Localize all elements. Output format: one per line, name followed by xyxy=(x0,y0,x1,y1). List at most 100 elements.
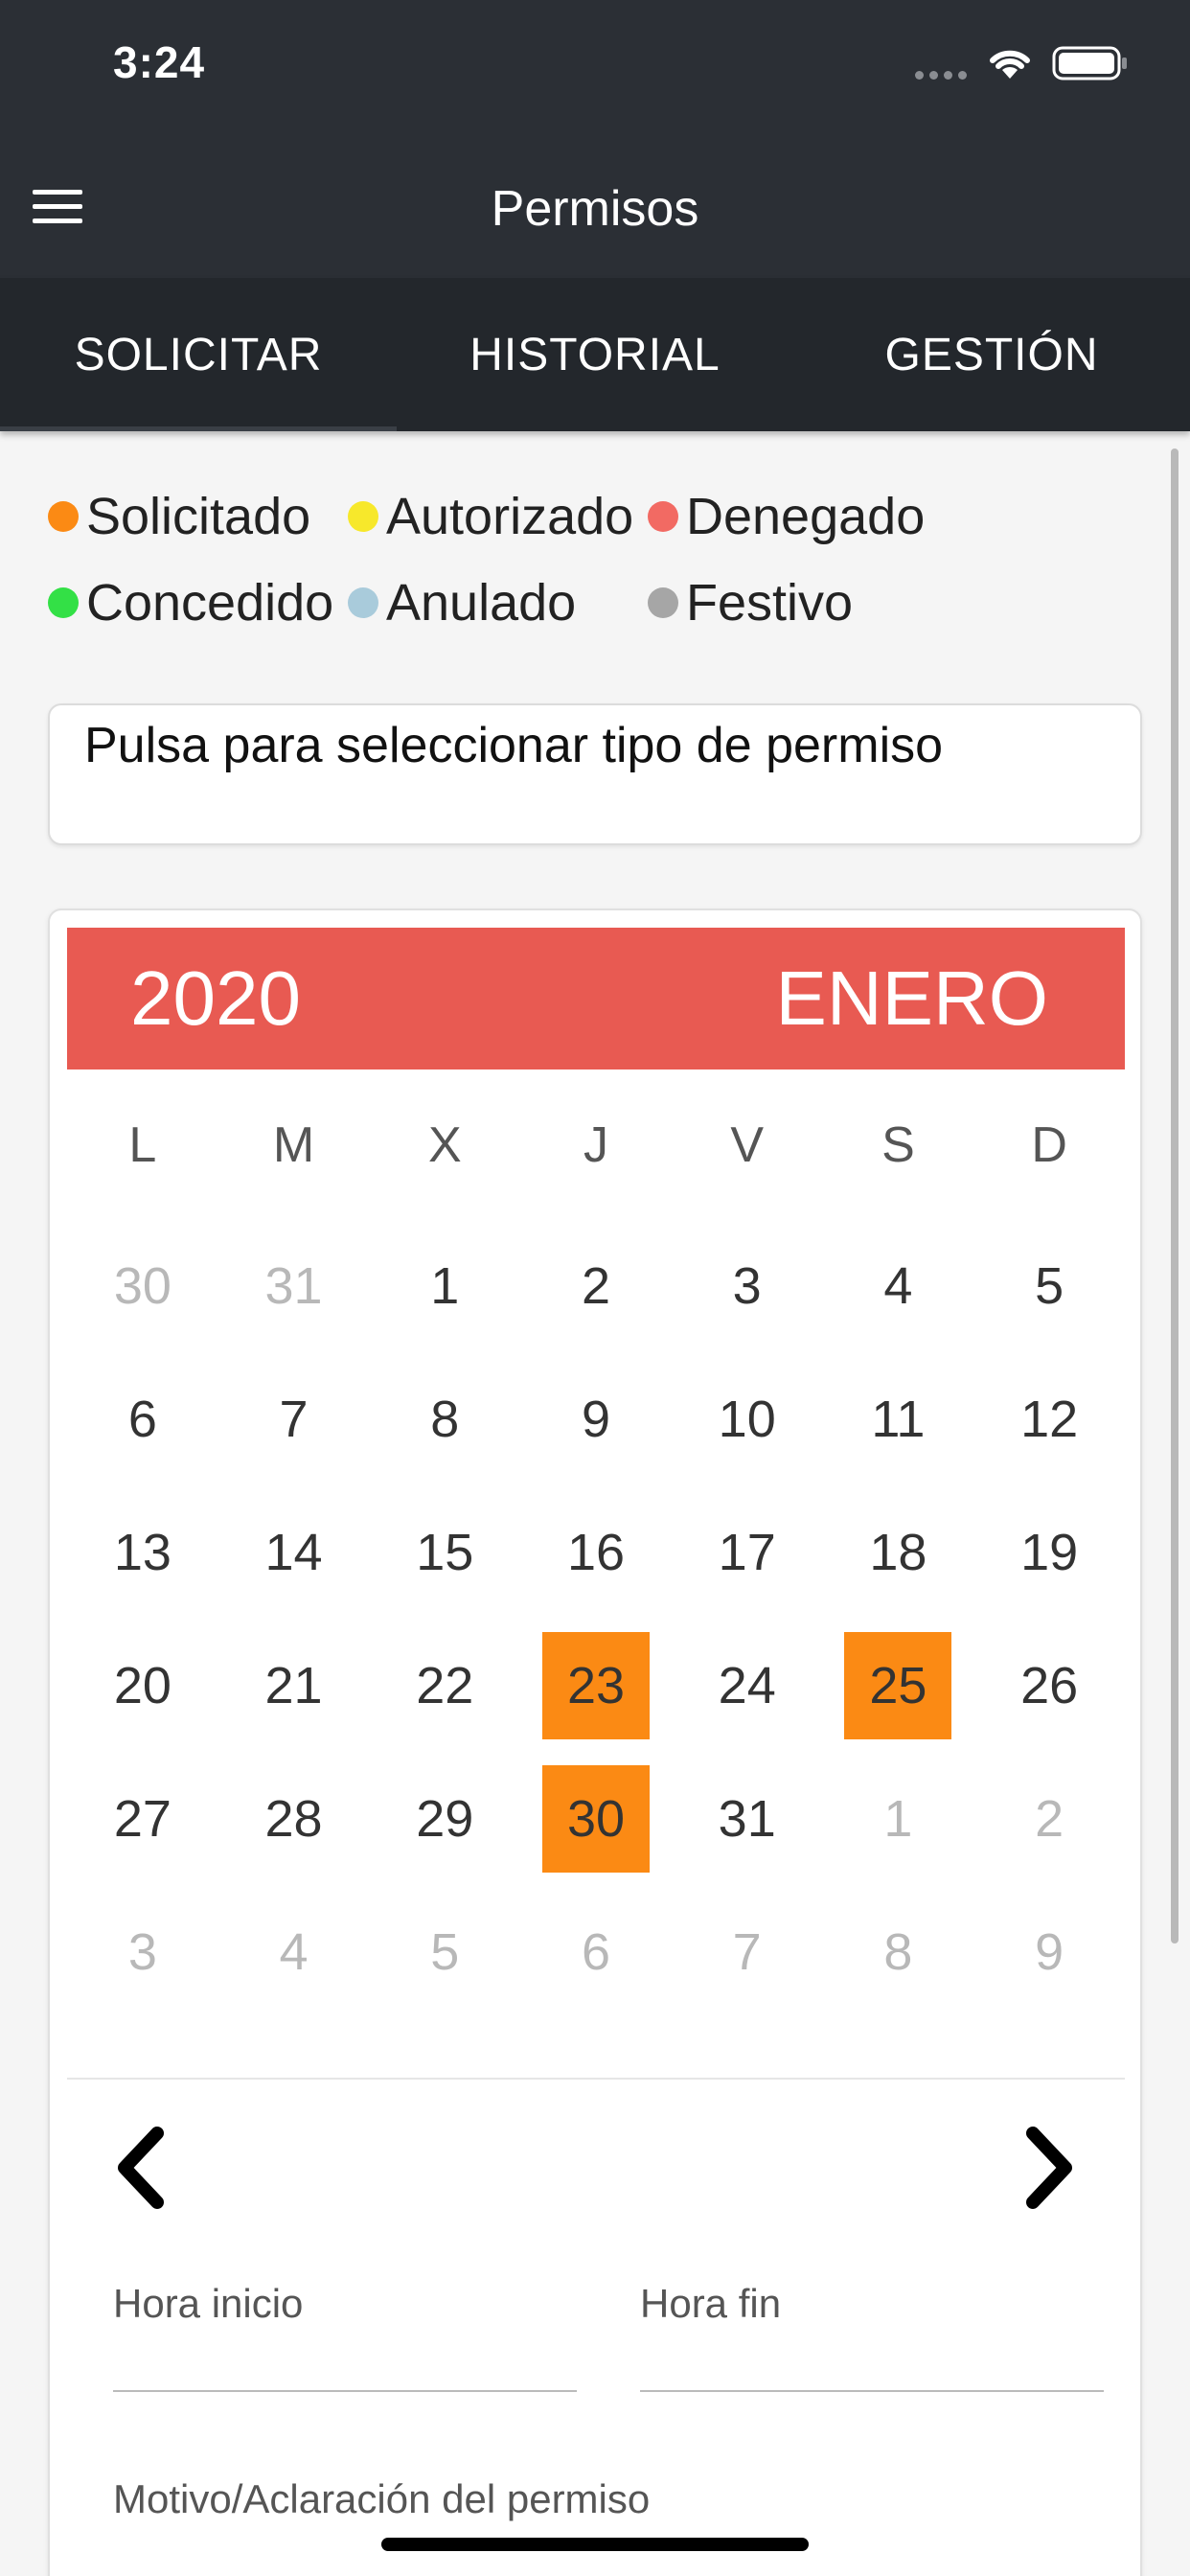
calendar-day[interactable]: 31 xyxy=(672,1752,823,1885)
calendar-header: 2020 ENERO xyxy=(67,928,1125,1070)
chevron-right-icon[interactable] xyxy=(1016,2120,1083,2216)
tab-solicitar[interactable]: SOLICITAR xyxy=(0,278,397,431)
scrollbar[interactable] xyxy=(1171,448,1179,1944)
start-time-input[interactable] xyxy=(113,2319,577,2386)
day-number: 3 xyxy=(732,1256,762,1315)
day-number: 17 xyxy=(718,1523,776,1581)
calendar-days-grid: 30 31 1 2 3 4 5 6 7 8 9 10 11 12 13 14 15 16 17 18 19 20 21 22 2… xyxy=(67,1219,1125,2018)
solicitado-dot-icon xyxy=(48,501,79,532)
calendar-day-adjacent-month[interactable]: 8 xyxy=(823,1885,974,2018)
calendar-card: 2020 ENERO LMXJVSD 30 31 1 2 3 4 5 6 7 8 9 10 11 12 13… xyxy=(48,908,1142,2576)
legend-item-autorizado: Autorizado xyxy=(348,487,648,546)
day-number: 1 xyxy=(883,1789,913,1848)
calendar-day-adjacent-month[interactable]: 31 xyxy=(218,1219,370,1352)
legend-item-solicitado: Solicitado xyxy=(48,487,348,546)
day-number: 25 xyxy=(869,1656,927,1714)
day-number: 13 xyxy=(113,1523,172,1581)
calendar-day[interactable]: 14 xyxy=(218,1485,370,1619)
day-number: 3 xyxy=(127,1922,157,1981)
calendar-day-adjacent-month[interactable]: 9 xyxy=(973,1885,1125,2018)
reason-label[interactable]: Motivo/Aclaración del permiso xyxy=(113,2476,650,2522)
calendar-day-adjacent-month[interactable]: 5 xyxy=(369,1885,520,2018)
end-time-underline xyxy=(640,2390,1104,2392)
calendar-day[interactable]: 7 xyxy=(218,1352,370,1485)
day-number: 19 xyxy=(1020,1523,1079,1581)
page-title: Permisos xyxy=(491,181,699,237)
calendar-day[interactable]: 11 xyxy=(823,1352,974,1485)
calendar-day[interactable]: 12 xyxy=(973,1352,1125,1485)
day-number: 6 xyxy=(127,1390,157,1448)
legend-item-anulado: Anulado xyxy=(348,573,648,632)
calendar-day[interactable]: 29 xyxy=(369,1752,520,1885)
day-number: 4 xyxy=(883,1256,913,1315)
calendar-day-adjacent-month[interactable]: 7 xyxy=(672,1885,823,2018)
tab-gestion[interactable]: GESTIÓN xyxy=(793,278,1190,431)
calendar-day[interactable]: 27 xyxy=(67,1752,218,1885)
legend-row: Solicitado Autorizado Denegado xyxy=(48,473,1150,560)
end-time-input[interactable] xyxy=(640,2319,1104,2386)
home-indicator xyxy=(381,2538,809,2551)
legend-label: Concedido xyxy=(86,574,334,632)
legend-label: Autorizado xyxy=(386,488,634,545)
tab-bar: SOLICITAR HISTORIAL GESTIÓN xyxy=(0,278,1190,431)
day-number: 2 xyxy=(581,1256,611,1315)
calendar-day[interactable]: 5 xyxy=(973,1219,1125,1352)
calendar-month: ENERO xyxy=(775,955,1049,1041)
tab-historial[interactable]: HISTORIAL xyxy=(397,278,793,431)
calendar-day[interactable]: 4 xyxy=(823,1219,974,1352)
day-number: 23 xyxy=(566,1656,626,1714)
calendar-day-adjacent-month[interactable]: 30 xyxy=(67,1219,218,1352)
denegado-dot-icon xyxy=(648,501,678,532)
calendar-day[interactable]: 3 xyxy=(672,1219,823,1352)
day-number: 30 xyxy=(566,1789,626,1848)
calendar-day[interactable]: 19 xyxy=(973,1485,1125,1619)
calendar-day-adjacent-month[interactable]: 6 xyxy=(520,1885,672,2018)
day-number: 9 xyxy=(581,1390,611,1448)
day-number: 22 xyxy=(416,1656,474,1714)
day-number: 24 xyxy=(718,1656,776,1714)
calendar-day[interactable]: 24 xyxy=(672,1619,823,1752)
battery-icon xyxy=(1052,46,1127,80)
weekday-label: X xyxy=(427,1117,462,1173)
day-number: 20 xyxy=(113,1656,172,1714)
calendar-day[interactable]: 8 xyxy=(369,1352,520,1485)
calendar-day[interactable]: 13 xyxy=(67,1485,218,1619)
calendar-day[interactable]: 16 xyxy=(520,1485,672,1619)
calendar-day[interactable]: 22 xyxy=(369,1619,520,1752)
calendar-day[interactable]: 28 xyxy=(218,1752,370,1885)
calendar-day[interactable]: 6 xyxy=(67,1352,218,1485)
calendar-day-adjacent-month[interactable]: 3 xyxy=(67,1885,218,2018)
day-number: 15 xyxy=(416,1523,474,1581)
calendar-day[interactable]: 26 xyxy=(973,1619,1125,1752)
day-number: 28 xyxy=(264,1789,323,1848)
calendar-day[interactable]: 9 xyxy=(520,1352,672,1485)
calendar-day[interactable]: 18 xyxy=(823,1485,974,1619)
festivo-dot-icon xyxy=(648,587,678,618)
calendar-day-adjacent-month[interactable]: 1 xyxy=(823,1752,974,1885)
calendar-day-adjacent-month[interactable]: 4 xyxy=(218,1885,370,2018)
calendar-day[interactable]: 15 xyxy=(369,1485,520,1619)
wifi-icon xyxy=(990,50,1030,79)
calendar-day[interactable]: 10 xyxy=(672,1352,823,1485)
day-number: 21 xyxy=(264,1656,323,1714)
day-number: 1 xyxy=(430,1256,460,1315)
calendar-day[interactable]: 1 xyxy=(369,1219,520,1352)
day-number: 8 xyxy=(430,1390,460,1448)
day-number: 26 xyxy=(1020,1656,1079,1714)
signal-dots-icon xyxy=(915,71,967,80)
calendar-day[interactable]: 20 xyxy=(67,1619,218,1752)
calendar-day-solicitado[interactable]: 23 xyxy=(520,1619,672,1752)
day-number: 30 xyxy=(113,1256,172,1315)
calendar-day-adjacent-month[interactable]: 2 xyxy=(973,1752,1125,1885)
calendar-day-solicitado[interactable]: 25 xyxy=(823,1619,974,1752)
day-number: 8 xyxy=(883,1922,913,1981)
day-number: 6 xyxy=(581,1922,611,1981)
day-number: 14 xyxy=(264,1523,323,1581)
calendar-day[interactable]: 2 xyxy=(520,1219,672,1352)
permission-type-selector[interactable]: Pulsa para seleccionar tipo de permiso xyxy=(48,703,1142,845)
calendar-day-solicitado[interactable]: 30 xyxy=(520,1752,672,1885)
chevron-left-icon[interactable] xyxy=(107,2120,174,2216)
calendar-day[interactable]: 21 xyxy=(218,1619,370,1752)
weekday-label: V xyxy=(730,1117,765,1173)
calendar-day[interactable]: 17 xyxy=(672,1485,823,1619)
